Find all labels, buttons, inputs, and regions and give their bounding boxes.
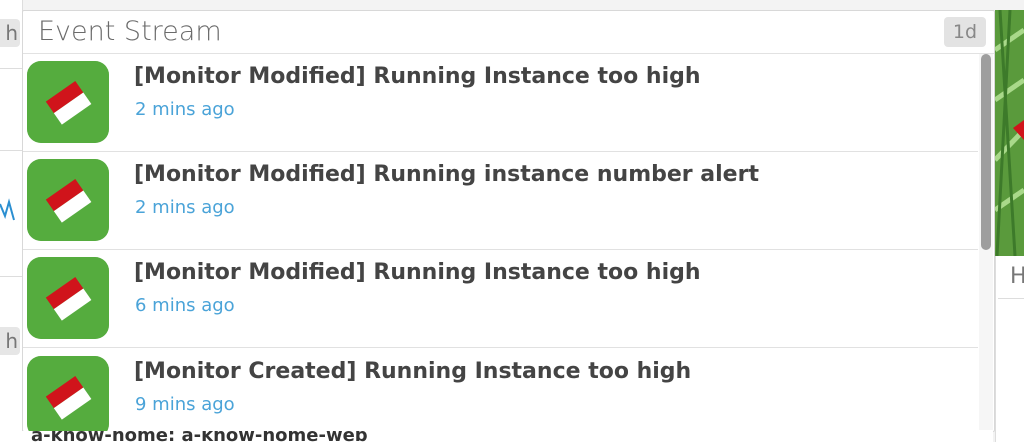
event-time[interactable]: 9 mins ago [135, 394, 235, 415]
event-list: [Monitor Modified] Running Instance too … [23, 54, 978, 431]
event-title[interactable]: [Monitor Modified] Running Instance too … [134, 64, 701, 89]
left-range-badge[interactable]: h [0, 327, 20, 355]
event-title[interactable]: [Monitor Modified] Running Instance too … [134, 260, 701, 285]
monitor-flag-icon [27, 159, 109, 241]
next-widget-header: a-know-home: a-know-home-web [22, 431, 993, 442]
event-time[interactable]: 2 mins ago [135, 99, 235, 120]
right-widget-title: H [1010, 264, 1024, 289]
event-time[interactable]: 2 mins ago [135, 197, 235, 218]
event-item[interactable]: [Monitor Modified] Running Instance too … [23, 250, 978, 348]
right-widget-image [995, 10, 1024, 256]
left-divider [0, 68, 22, 69]
event-title[interactable]: [Monitor Modified] Running instance numb… [134, 162, 759, 187]
time-range-badge[interactable]: 1d [944, 17, 986, 47]
left-range-badge[interactable]: h [0, 19, 20, 47]
left-divider [0, 150, 22, 151]
monitor-flag-icon [27, 257, 109, 339]
sparkline-graph [0, 198, 15, 221]
scrollbar-thumb[interactable] [981, 54, 991, 250]
monitor-flag-icon [27, 356, 109, 431]
event-item[interactable]: [Monitor Modified] Running instance numb… [23, 152, 978, 250]
event-item[interactable]: [Monitor Created] Running Instance too h… [23, 349, 978, 431]
event-item[interactable]: [Monitor Modified] Running Instance too … [23, 54, 978, 152]
panel-title: Event Stream [38, 16, 222, 47]
event-title[interactable]: [Monitor Created] Running Instance too h… [134, 359, 691, 384]
left-divider [0, 276, 22, 277]
next-widget-title: a-know-home: a-know-home-web [31, 431, 368, 442]
event-time[interactable]: 6 mins ago [135, 295, 235, 316]
left-widget: h h [0, 0, 23, 442]
panel-header: Event Stream 1d [23, 11, 994, 54]
event-list-scrollbar[interactable] [979, 54, 993, 430]
event-stream-panel: Event Stream 1d [Monitor Modified] Runni… [22, 10, 995, 432]
right-divider [998, 298, 1024, 299]
monitor-flag-icon [27, 61, 109, 143]
